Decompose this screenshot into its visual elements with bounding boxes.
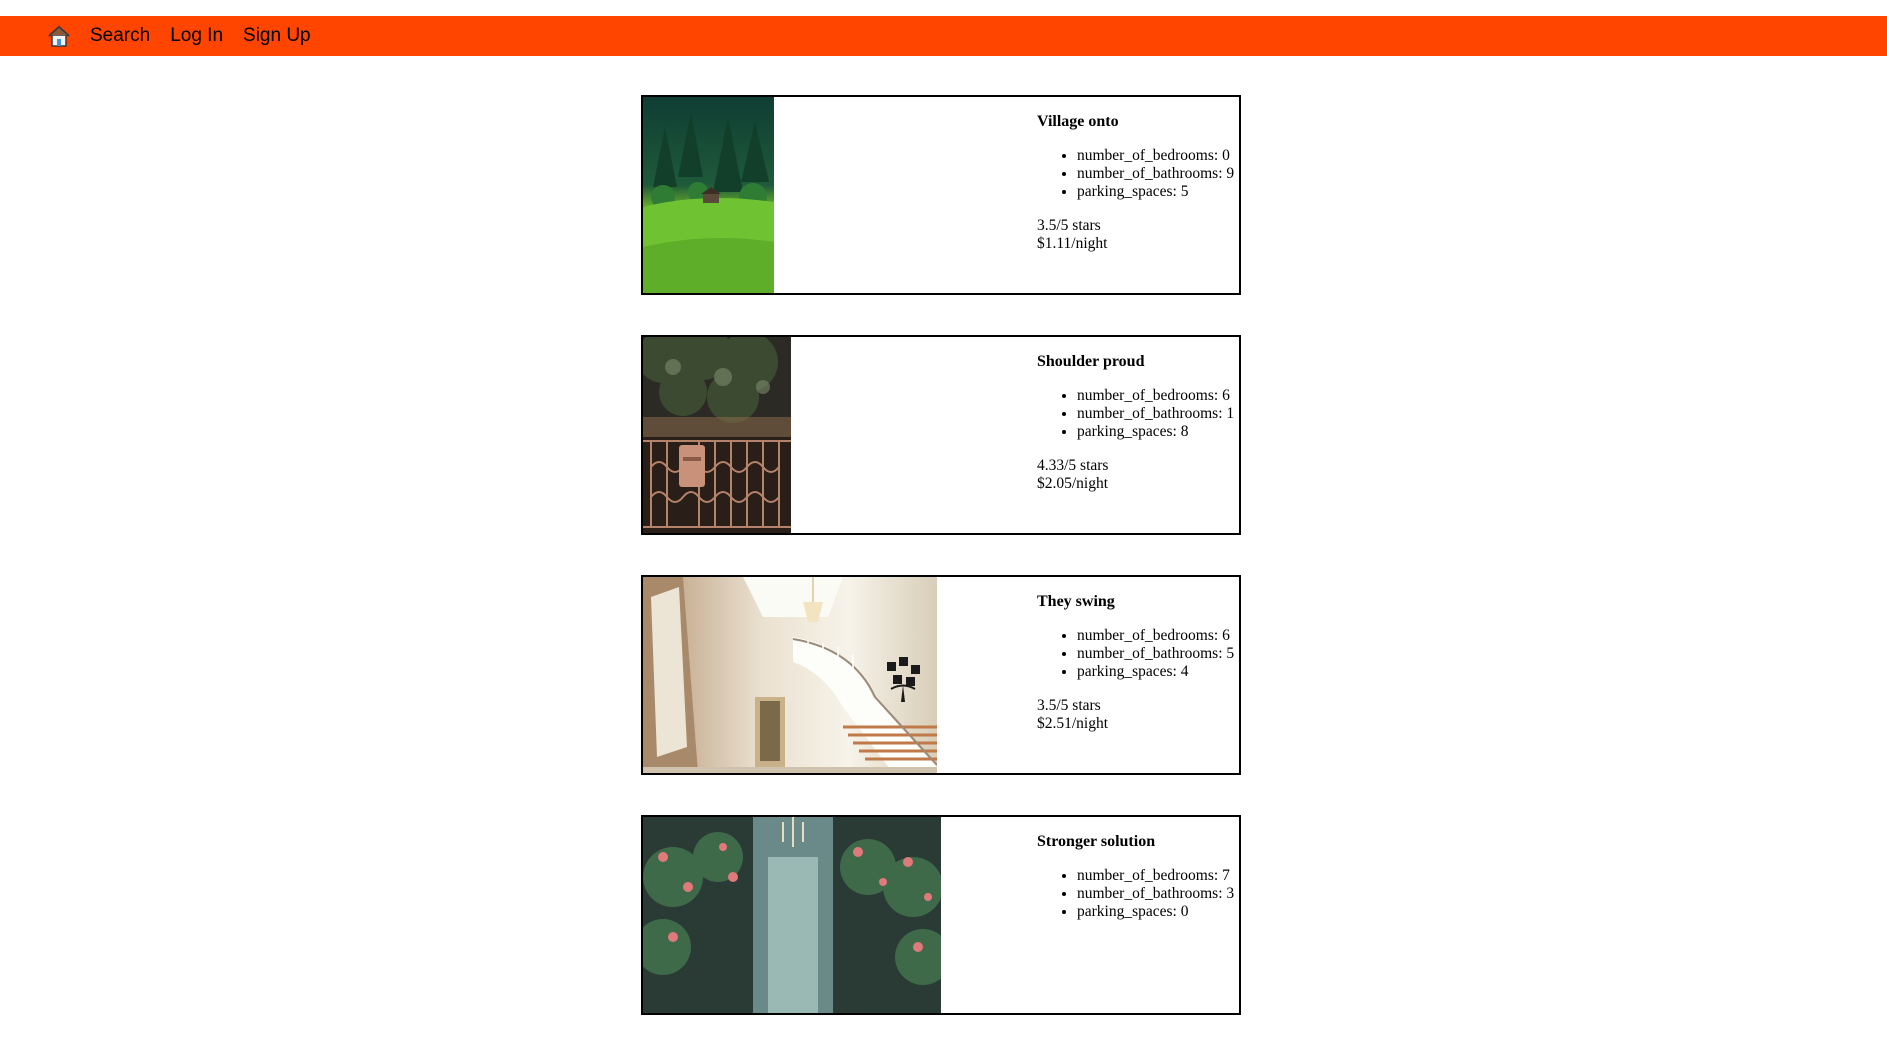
feature-parking: parking_spaces: 0 bbox=[1077, 903, 1239, 921]
feature-parking: parking_spaces: 8 bbox=[1077, 423, 1239, 441]
listing-card[interactable]: Stronger solution number_of_bedrooms: 7 … bbox=[641, 815, 1241, 1015]
listing-features: number_of_bedrooms: 6 number_of_bathroom… bbox=[1037, 387, 1239, 441]
listing-features: number_of_bedrooms: 0 number_of_bathroom… bbox=[1037, 147, 1239, 201]
feature-bedrooms: number_of_bedrooms: 0 bbox=[1077, 147, 1239, 165]
feature-bedrooms: number_of_bedrooms: 6 bbox=[1077, 387, 1239, 405]
nav-signup-link[interactable]: Sign Up bbox=[243, 25, 311, 47]
listing-title: They swing bbox=[1037, 593, 1115, 610]
feature-bathrooms: number_of_bathrooms: 1 bbox=[1077, 405, 1239, 423]
listing-rating: 3.5/5 stars bbox=[1037, 697, 1101, 714]
feature-bathrooms: number_of_bathrooms: 5 bbox=[1077, 645, 1239, 663]
navbar: Search Log In Sign Up bbox=[0, 16, 1887, 56]
feature-bathrooms: number_of_bathrooms: 9 bbox=[1077, 165, 1239, 183]
listing-features: number_of_bedrooms: 7 number_of_bathroom… bbox=[1037, 867, 1239, 921]
listing-price: $2.05/night bbox=[1037, 475, 1109, 492]
listing-price: $1.11/night bbox=[1037, 235, 1108, 252]
listing-info: Stronger solution number_of_bedrooms: 7 … bbox=[1037, 833, 1239, 937]
feature-parking: parking_spaces: 5 bbox=[1077, 183, 1239, 201]
listing-info: Shoulder proud number_of_bedrooms: 6 num… bbox=[1037, 353, 1239, 493]
nav-login-link[interactable]: Log In bbox=[170, 25, 223, 47]
listings-list: Village onto number_of_bedrooms: 0 numbe… bbox=[641, 95, 1241, 1055]
listing-info: They swing number_of_bedrooms: 6 number_… bbox=[1037, 593, 1239, 733]
listing-card[interactable]: Village onto number_of_bedrooms: 0 numbe… bbox=[641, 95, 1241, 295]
feature-bathrooms: number_of_bathrooms: 3 bbox=[1077, 885, 1239, 903]
listing-price: $2.51/night bbox=[1037, 715, 1109, 732]
listing-info: Village onto number_of_bedrooms: 0 numbe… bbox=[1037, 113, 1239, 253]
home-icon[interactable] bbox=[47, 24, 71, 48]
feature-parking: parking_spaces: 4 bbox=[1077, 663, 1239, 681]
feature-bedrooms: number_of_bedrooms: 6 bbox=[1077, 627, 1239, 645]
listing-card[interactable]: They swing number_of_bedrooms: 6 number_… bbox=[641, 575, 1241, 775]
nav-search-link[interactable]: Search bbox=[90, 25, 150, 47]
listing-title: Shoulder proud bbox=[1037, 353, 1145, 370]
feature-bedrooms: number_of_bedrooms: 7 bbox=[1077, 867, 1239, 885]
listing-features: number_of_bedrooms: 6 number_of_bathroom… bbox=[1037, 627, 1239, 681]
listing-photo bbox=[643, 817, 941, 1013]
listing-title: Village onto bbox=[1037, 113, 1119, 130]
listing-photo bbox=[643, 577, 937, 773]
listing-photo bbox=[643, 337, 791, 533]
listing-rating: 4.33/5 stars bbox=[1037, 457, 1109, 474]
listing-rating: 3.5/5 stars bbox=[1037, 217, 1101, 234]
listing-title: Stronger solution bbox=[1037, 833, 1156, 850]
listing-card[interactable]: Shoulder proud number_of_bedrooms: 6 num… bbox=[641, 335, 1241, 535]
listing-photo bbox=[643, 97, 774, 293]
